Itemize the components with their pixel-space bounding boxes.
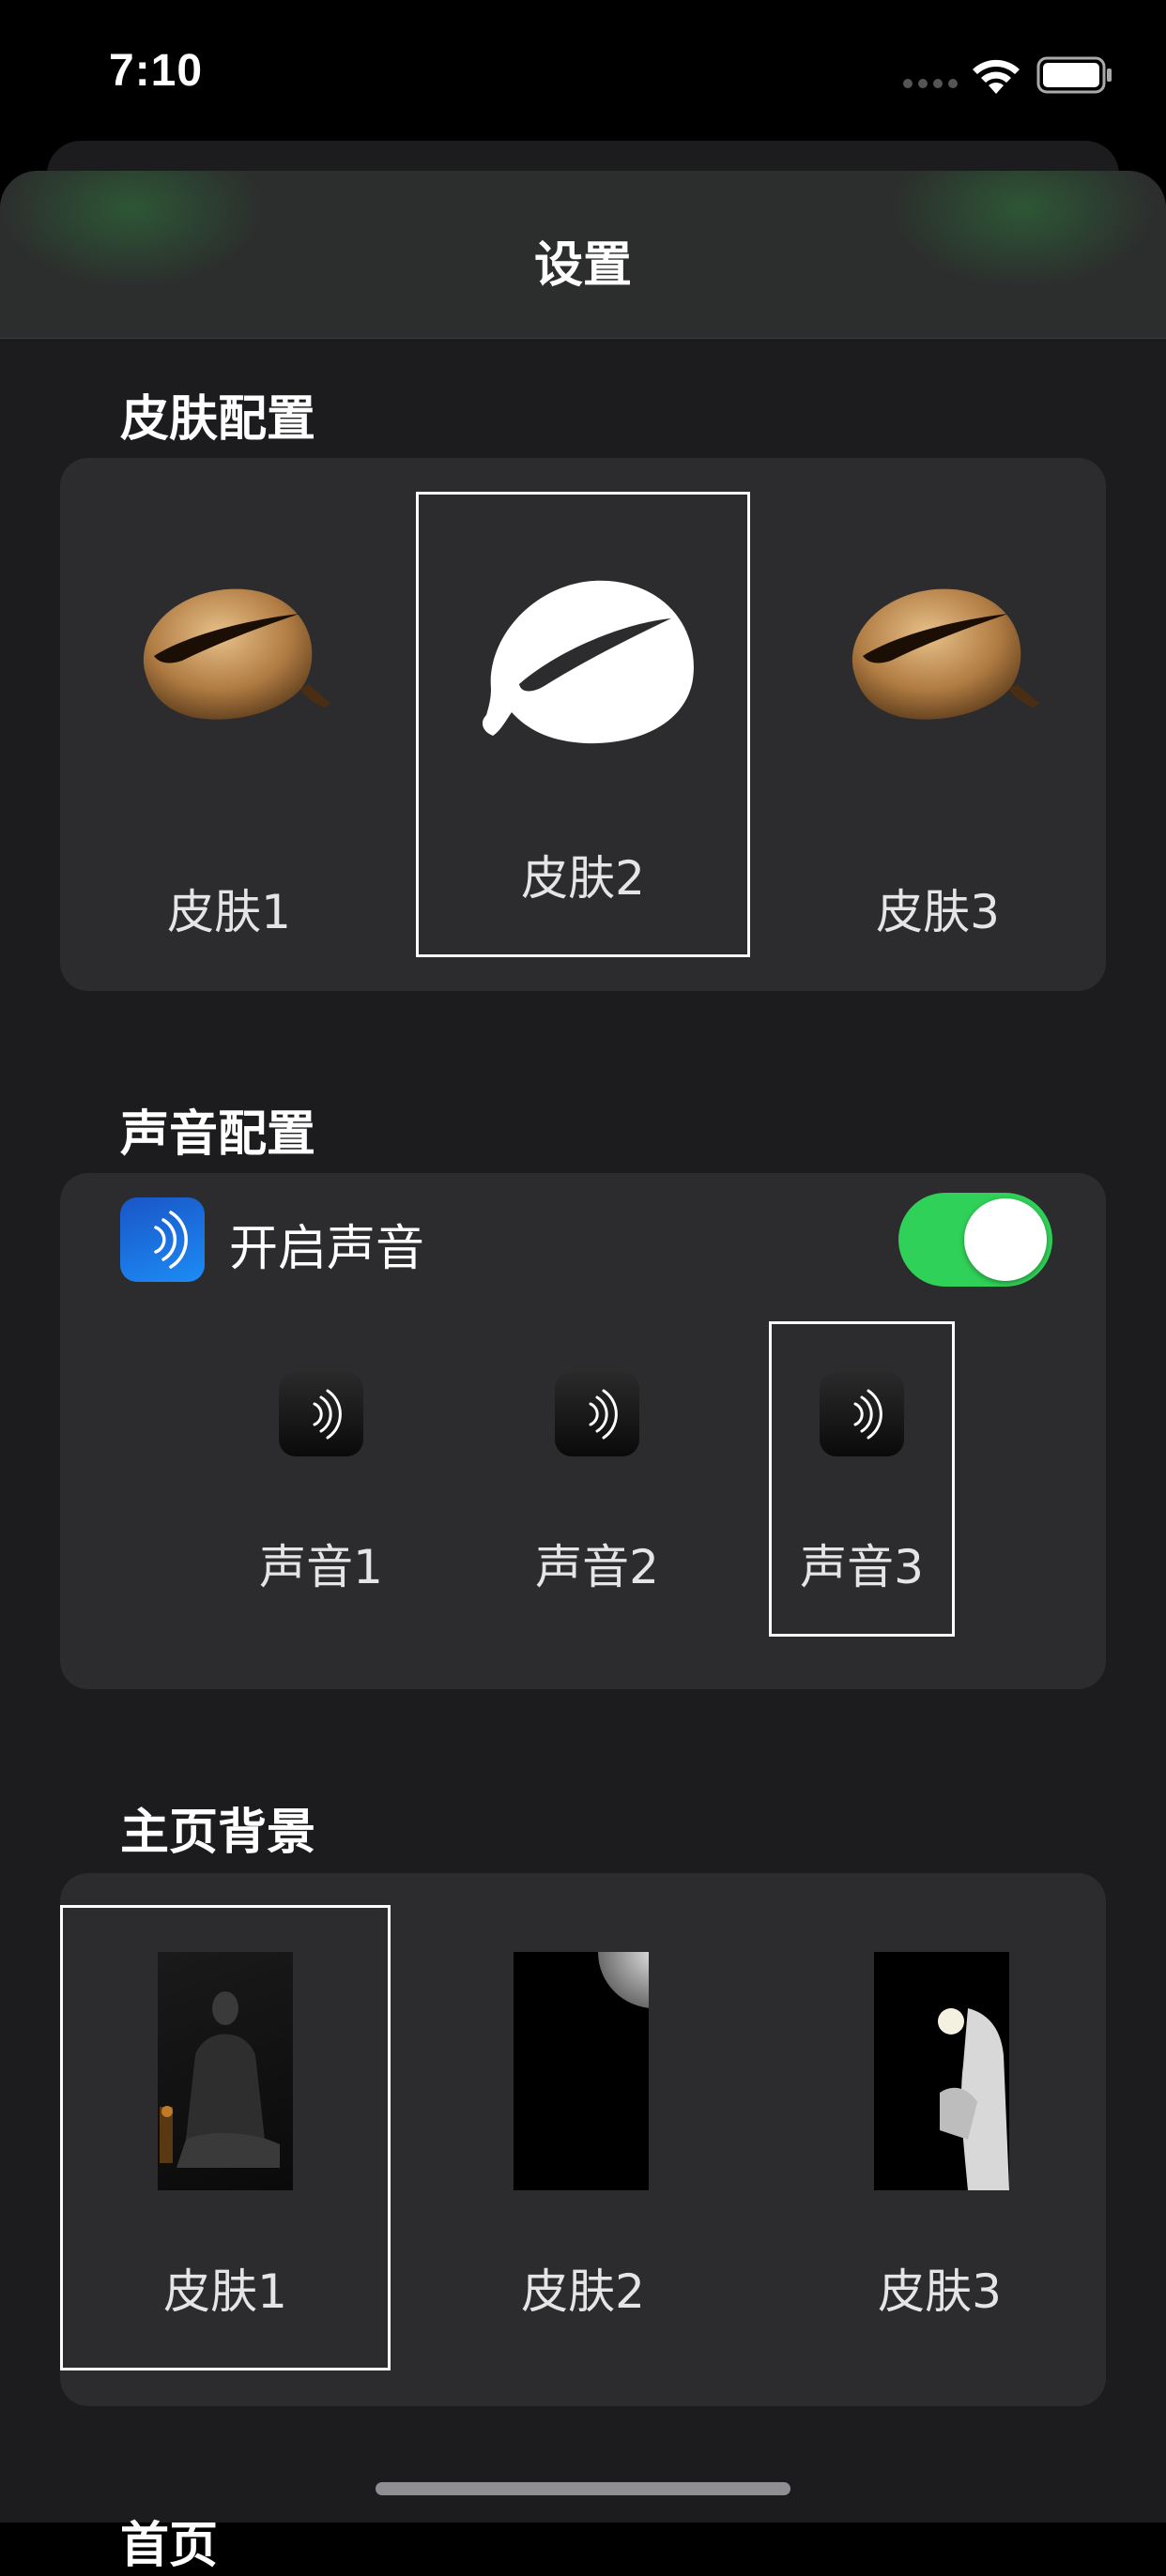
sheet-header: 设置: [0, 171, 1166, 339]
sound-toggle[interactable]: [898, 1193, 1052, 1287]
status-time: 7:10: [109, 46, 204, 96]
skin-section-title: 皮肤配置: [120, 391, 316, 448]
background-thumbnail: [514, 1952, 649, 2190]
background-option-1[interactable]: 皮肤1: [60, 1905, 391, 2370]
sound-option-3[interactable]: 声音3: [769, 1321, 955, 1637]
skin-option-3[interactable]: 皮肤3: [772, 492, 1104, 957]
sound-toggle-label: 开启声音: [229, 1221, 425, 1277]
sound-option-label: 声音1: [259, 1540, 383, 1594]
sound-wave-icon: [279, 1372, 363, 1456]
sound-option-label: 声音2: [535, 1540, 659, 1594]
skin-option-label: 皮肤3: [876, 885, 1000, 939]
seed-icon: [143, 588, 330, 720]
skin-option-label: 皮肤2: [521, 851, 645, 906]
skin-option-1[interactable]: 皮肤1: [63, 492, 395, 957]
skin-option-label: 皮肤1: [167, 885, 291, 939]
skin-card: 皮肤1 皮肤2 皮肤3: [60, 458, 1106, 991]
sound-option-1[interactable]: 声音1: [229, 1321, 413, 1637]
battery-icon: [1036, 56, 1112, 94]
background-option-label: 皮肤2: [521, 2264, 645, 2319]
sound-wave-icon: [820, 1372, 904, 1456]
sound-card: 开启声音 声音1 声音2 声音3: [60, 1173, 1106, 1689]
background-section-title: 主页背景: [120, 1805, 316, 1861]
background-thumbnail: [158, 1952, 293, 2190]
page-title: 设置: [533, 237, 632, 294]
sound-app-icon: [120, 1197, 205, 1282]
home-indicator[interactable]: [376, 2482, 790, 2495]
toggle-knob: [964, 1198, 1047, 1281]
sound-option-2[interactable]: 声音2: [505, 1321, 689, 1637]
sound-option-label: 声音3: [800, 1540, 924, 1594]
sound-section-title: 声音配置: [120, 1106, 316, 1163]
seed-icon: [851, 588, 1039, 720]
background-option-label: 皮肤3: [878, 2264, 1002, 2319]
background-option-2[interactable]: 皮肤2: [417, 1905, 749, 2370]
background-thumbnail: [874, 1952, 1009, 2190]
wifi-icon: [973, 59, 1020, 94]
seed-silhouette-icon: [482, 580, 694, 744]
settings-sheet: 设置 皮肤配置 皮肤1 皮肤2 皮肤3 声音配置 开启声音 声音1 声音2 声音…: [0, 171, 1166, 2523]
sound-wave-icon: [555, 1372, 639, 1456]
sound-wave-icon: [154, 1211, 188, 1269]
status-bar: 7:10: [0, 0, 1166, 150]
background-option-label: 皮肤1: [163, 2264, 287, 2319]
skin-option-2[interactable]: 皮肤2: [416, 492, 750, 957]
background-option-3[interactable]: 皮肤3: [774, 1905, 1106, 2370]
next-section-title: 首页: [120, 2518, 219, 2574]
cellular-signal-icon: [903, 79, 958, 88]
background-card: 皮肤1 皮肤2 皮肤3: [60, 1873, 1106, 2406]
